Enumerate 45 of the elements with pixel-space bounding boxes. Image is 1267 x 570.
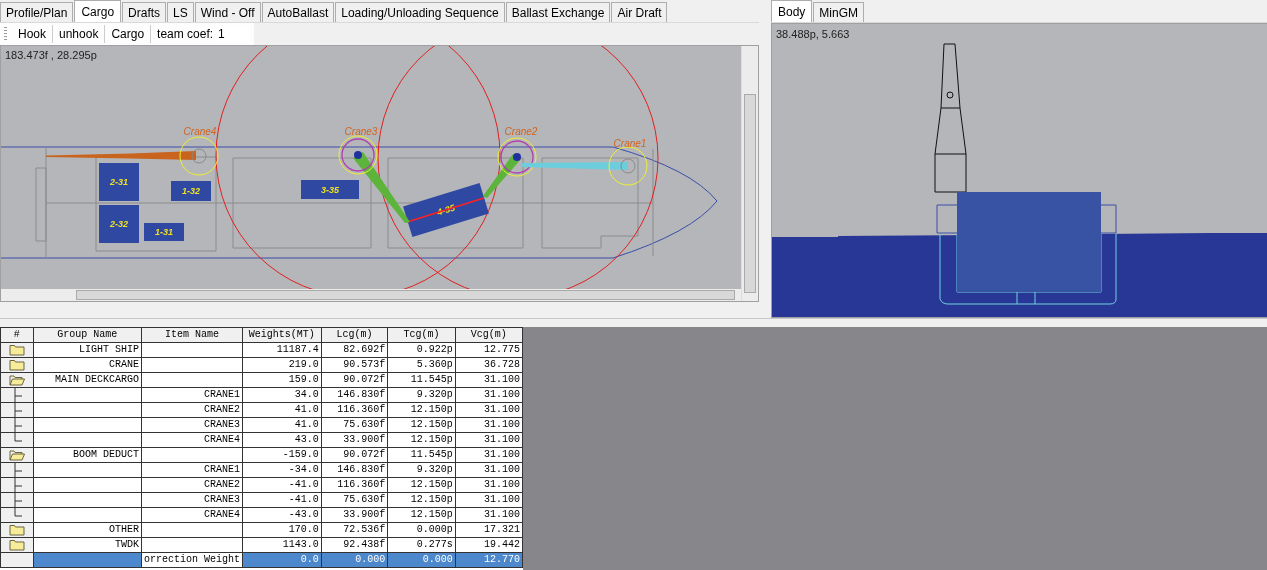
crane-pivot-icon[interactable] — [497, 137, 537, 177]
column-header[interactable]: Lcg(m) — [321, 327, 388, 343]
cursor-coordinates: 38.488p, 5.663 — [776, 28, 850, 40]
tab[interactable]: Air Draft — [611, 2, 668, 22]
crane-label: Crane2 — [504, 126, 538, 137]
column-header[interactable]: Item Name — [141, 327, 243, 343]
cargo-block[interactable] — [171, 181, 211, 201]
toolbar-button[interactable]: unhook — [53, 25, 106, 43]
crane-boom[interactable] — [353, 152, 410, 223]
cargo-block[interactable] — [99, 205, 139, 243]
cursor-coordinates: 183.473f , 28.295p — [5, 49, 97, 61]
column-header[interactable]: Tcg(m) — [387, 327, 456, 343]
tab[interactable]: MinGM — [813, 2, 865, 22]
crane-label: Crane4 — [183, 126, 217, 137]
cargo-label: 1-31 — [155, 227, 173, 237]
column-header[interactable]: Group Name — [33, 327, 142, 343]
crane-label: Crane1 — [613, 138, 647, 149]
tab[interactable]: Loading/Unloading Sequence — [335, 2, 505, 22]
tab[interactable]: LS — [167, 2, 194, 22]
column-header[interactable]: # — [0, 327, 34, 343]
cargo-label: 2-32 — [110, 219, 128, 229]
tab[interactable]: Body — [771, 0, 813, 22]
tab[interactable]: Drafts — [122, 2, 167, 22]
tab[interactable]: Wind - Off — [194, 2, 261, 22]
toolbar-button[interactable]: Cargo — [105, 25, 152, 43]
tab[interactable]: AutoBallast — [261, 2, 335, 22]
cargo-block[interactable] — [99, 163, 139, 201]
open-folder-icon[interactable] — [8, 374, 25, 386]
tab[interactable]: Profile/Plan — [0, 2, 74, 22]
toolbar-button[interactable]: Hook — [12, 25, 53, 43]
toolbar-grip[interactable] — [4, 27, 7, 41]
crane-label: Crane3 — [344, 126, 378, 137]
open-folder-icon[interactable] — [8, 449, 25, 461]
tab[interactable]: Cargo — [74, 0, 122, 22]
cargo-block[interactable] — [301, 180, 359, 199]
coef-label: team coef: — [156, 27, 215, 41]
tab[interactable]: Ballast Exchange — [505, 2, 611, 22]
column-header[interactable]: Vcg(m) — [455, 327, 523, 343]
crane-pivot-icon[interactable] — [338, 135, 378, 175]
column-header[interactable]: Weights(MT) — [242, 327, 322, 343]
vertical-scrollbar[interactable] — [741, 46, 758, 301]
cargo-block[interactable] — [144, 223, 184, 241]
cargo-label: 1-32 — [182, 186, 200, 196]
cargo-label: 3-35 — [321, 184, 339, 195]
cargo-label: 2-31 — [110, 177, 128, 187]
